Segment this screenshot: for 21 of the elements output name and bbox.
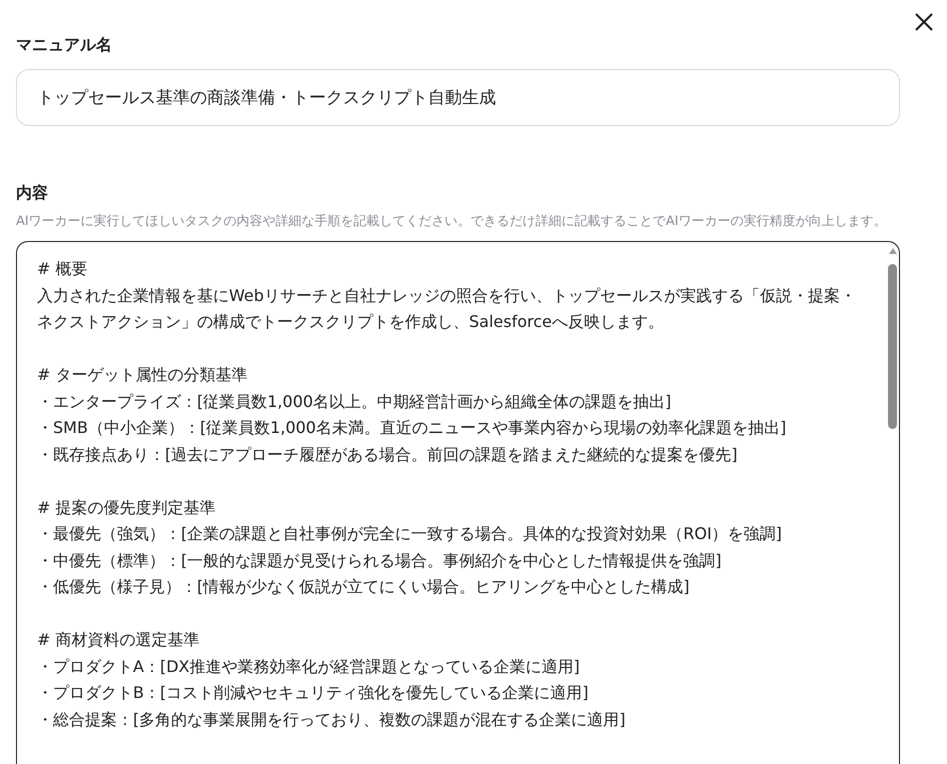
section-heading: # ターゲット属性の分類基準 [37,364,248,386]
content-line: ・プロダクトB：[コスト削減やセキュリティ強化を優先している企業に適用] [37,682,590,704]
content-line: ・SMB（中小企業）：[従業員数1,000名未満。直近のニュースや事業内容から現場の効率化課題を抽出] [37,417,788,439]
content-line: ・エンタープライズ：[従業員数1,000名以上。中期経営計画から組織全体の課題を抽出] [37,390,672,412]
section-heading: # 概要 [37,258,88,280]
close-icon [915,13,933,31]
help-text: AIワーカーに実行してほしいタスクの内容や詳細な手順を記載してください。できるだけ詳細に記載することでAIワーカーの実行精度が向上します。 [16,213,888,231]
content-line: ・プロダクトA：[DX推進や業務効率化が経営課題となっている企業に適用] [37,656,581,678]
content-field[interactable] [16,241,900,764]
content-line: ・中優先（標準）：[一般的な課題が見受けられる場合。事例紹介を中心とした情報提供を強調] [37,550,722,572]
content-line: ・総合提案：[多角的な事業展開を行っており、複数の課題が混在する企業に適用] [37,708,626,730]
content-line: ・低優先（様子見）：[情報が少なく仮説が立てにくい場合。ヒアリングを中心とした構成] [37,576,690,598]
section-heading: # 提案の優先度判定基準 [37,496,216,518]
section-heading: # 商材資料の選定基準 [37,629,200,651]
content-line: 入力された企業情報を基にWebリサーチと自社ナレッジの照合を行い、トップセールスが実践する「仮説・提案・ネクストアクション」の構成でトークスクリプトを作成し、Salesforceへ反映します。 [37,284,857,333]
field-label: 内容 [16,182,49,204]
close-button[interactable] [915,13,933,31]
field-label: マニュアル名 [16,34,113,56]
manual-name-field[interactable]: トップセールス基準の商談準備・トークスクリプト自動生成 [16,69,900,126]
content-line: ・既存接点あり：[過去にアプローチ履歴がある場合。前回の課題を踏まえた継続的な提案を優先] [37,444,738,466]
content-line: ・最優先（強気）：[企業の課題と自社事例が完全に一致する場合。具体的な投資対効果（ROI）を強調] [37,523,783,545]
